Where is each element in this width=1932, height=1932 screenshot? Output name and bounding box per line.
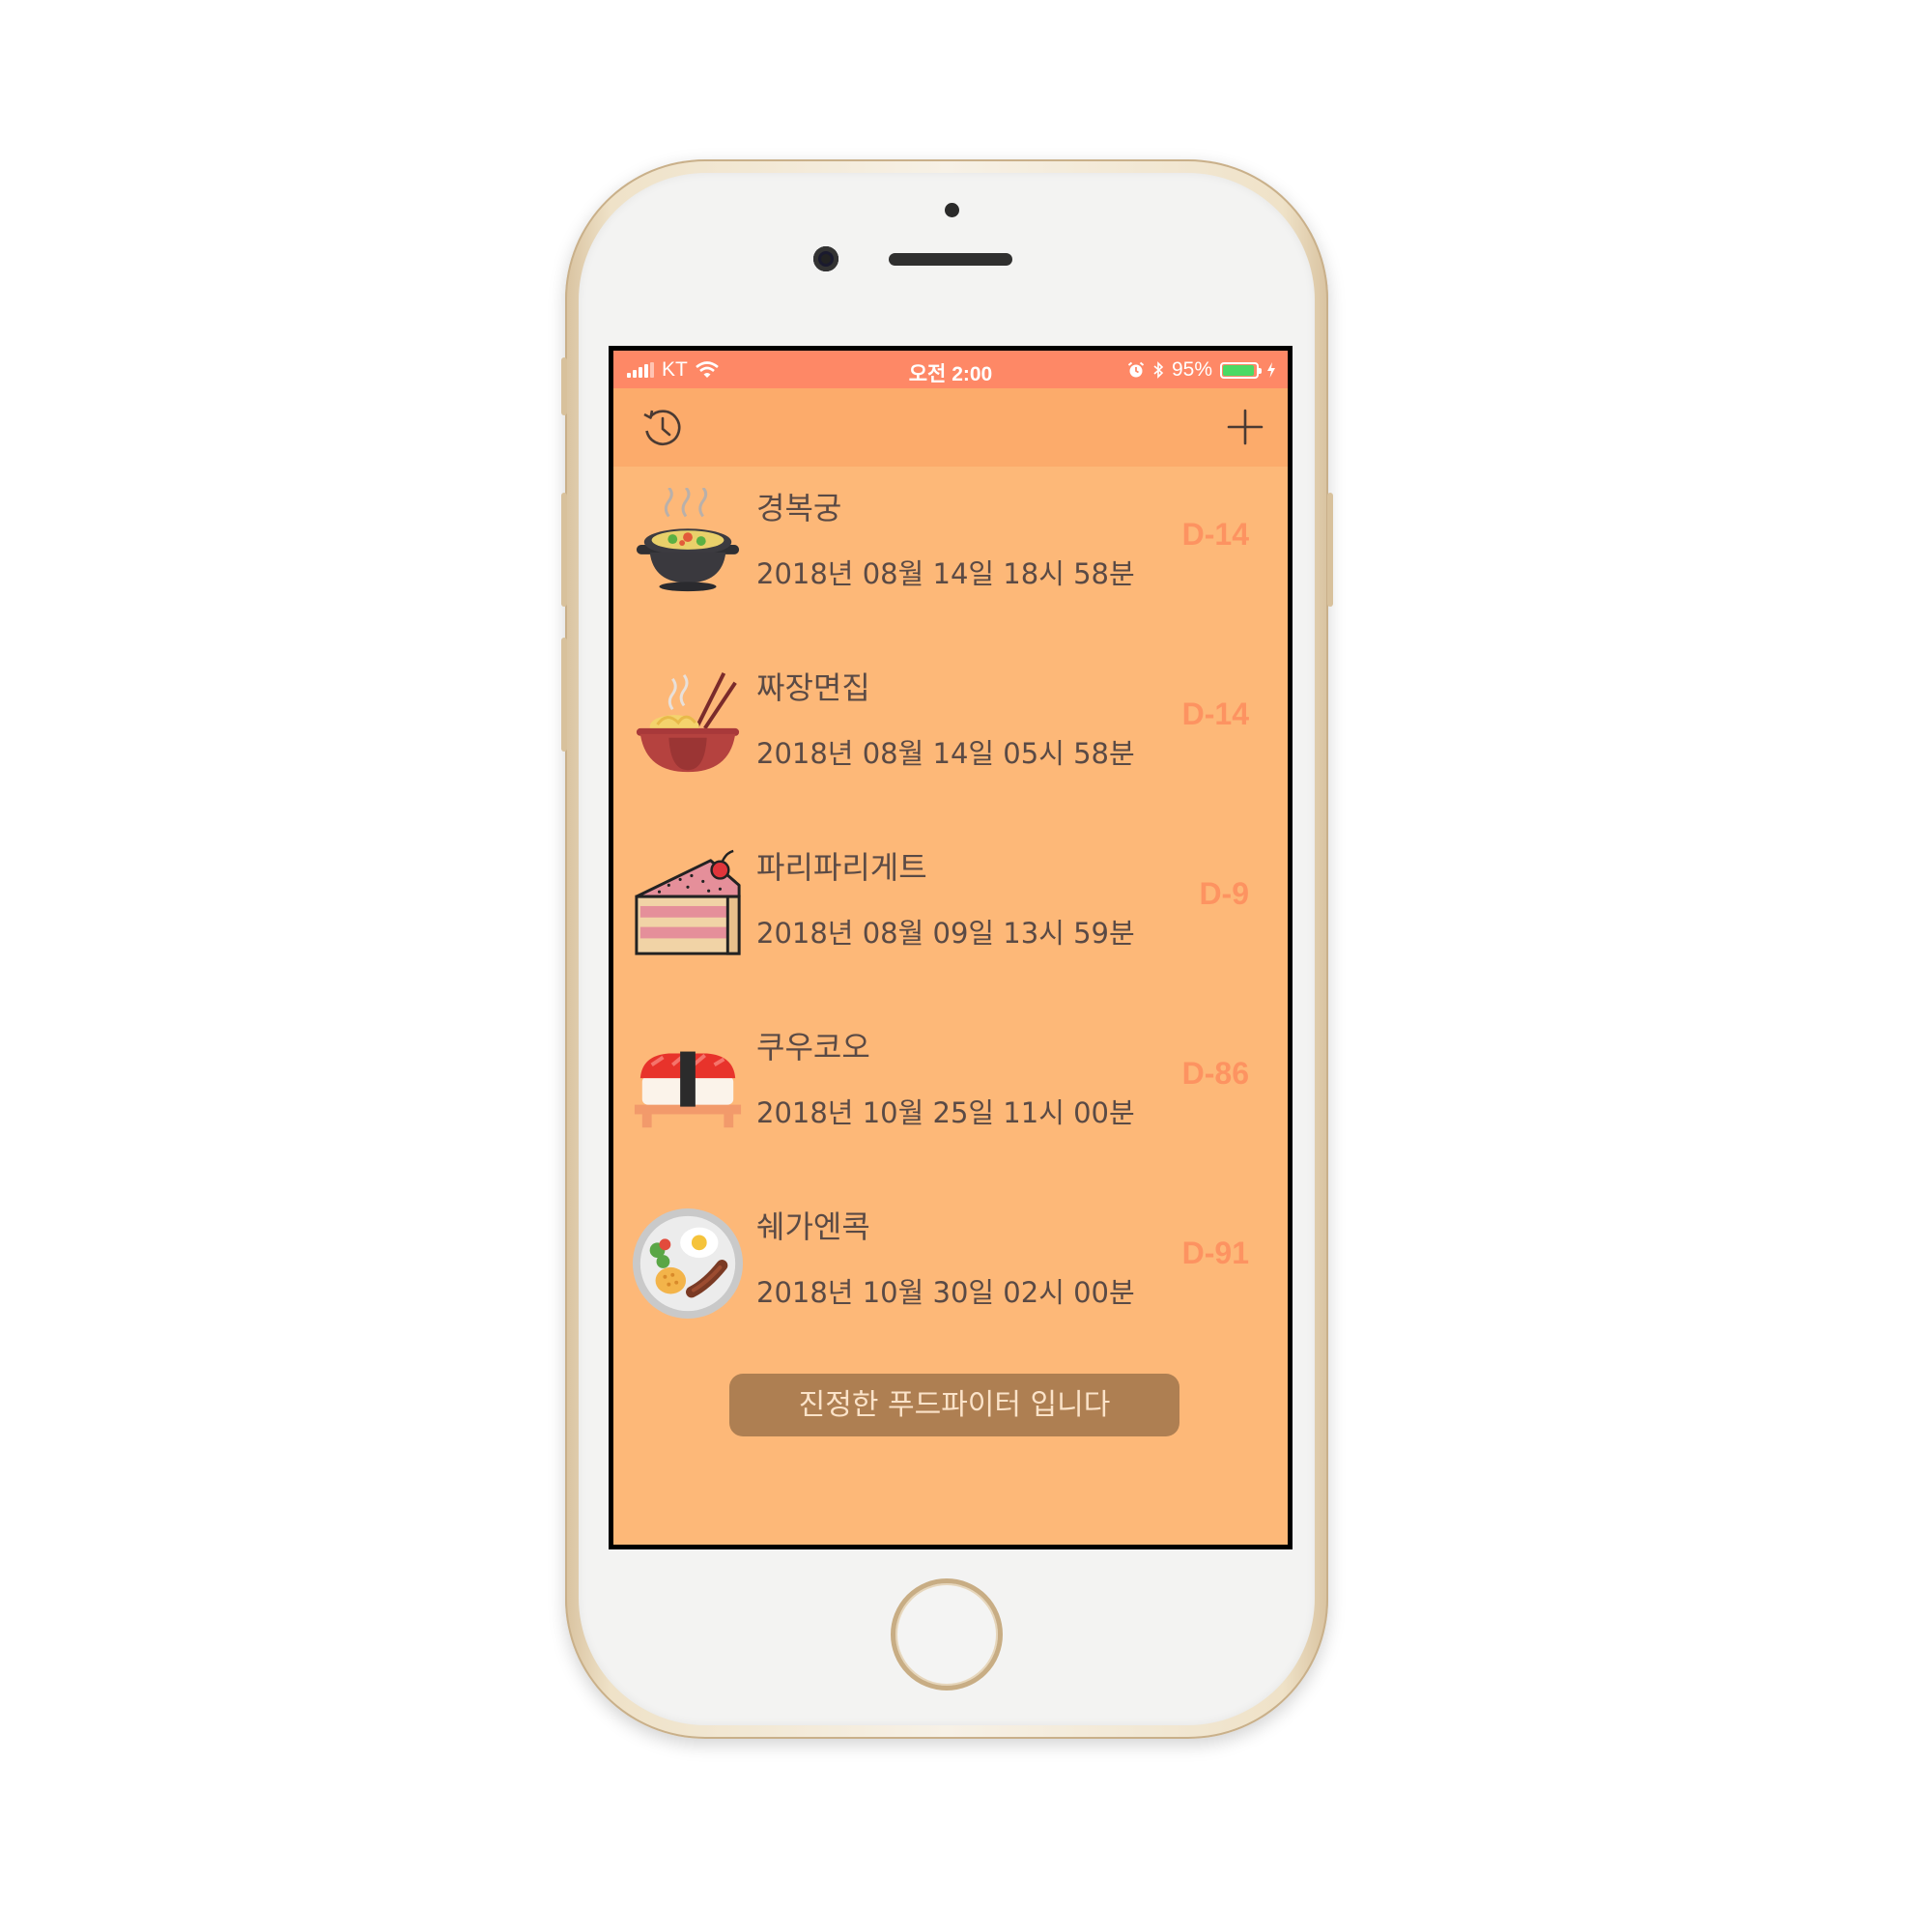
restaurant-name: 파리파리게트 bbox=[756, 849, 927, 886]
history-icon[interactable] bbox=[640, 406, 685, 450]
status-bar: KT 오전 2:00 95% bbox=[613, 351, 1288, 388]
status-right: 95% bbox=[1127, 358, 1276, 382]
noodle-bowl-icon bbox=[636, 672, 740, 773]
list-item[interactable]: 파리파리게트 2018년 08월 09일 13시 59분 D-9 bbox=[613, 826, 1288, 1006]
proximity-sensor bbox=[945, 203, 959, 217]
dday-badge: D-14 bbox=[1181, 517, 1249, 552]
restaurant-name: 짜장면집 bbox=[756, 669, 870, 706]
list-item[interactable]: 경복궁 2018년 08월 14일 18시 58분 D-14 bbox=[613, 467, 1288, 646]
power-button bbox=[1327, 493, 1333, 607]
cake-slice-icon bbox=[635, 849, 741, 955]
front-camera bbox=[813, 246, 838, 271]
dday-badge: D-86 bbox=[1181, 1056, 1249, 1091]
breakfast-plate-icon bbox=[632, 1208, 744, 1320]
restaurant-name: 경복궁 bbox=[756, 490, 842, 526]
dday-badge: D-14 bbox=[1181, 696, 1249, 731]
bluetooth-icon bbox=[1153, 361, 1164, 379]
nav-bar bbox=[613, 388, 1288, 467]
earpiece-speaker bbox=[889, 253, 1012, 266]
charging-icon bbox=[1267, 362, 1275, 378]
restaurant-datetime: 2018년 08월 14일 18시 58분 bbox=[756, 557, 1135, 590]
plus-icon[interactable] bbox=[1226, 408, 1264, 446]
dday-badge: D-9 bbox=[1199, 876, 1249, 911]
screen: KT 오전 2:00 95% 경복궁 2018년 08월 14일 18시 58분… bbox=[609, 346, 1293, 1549]
restaurant-list: 경복궁 2018년 08월 14일 18시 58분 D-14 짜장면집 2018… bbox=[613, 467, 1288, 1365]
volume-down-button bbox=[561, 638, 567, 752]
restaurant-datetime: 2018년 08월 14일 05시 58분 bbox=[756, 737, 1135, 770]
restaurant-datetime: 2018년 10월 25일 11시 00분 bbox=[756, 1096, 1135, 1129]
restaurant-name: 쿠우코오 bbox=[756, 1029, 870, 1065]
alarm-icon bbox=[1127, 361, 1145, 378]
battery-icon bbox=[1220, 361, 1262, 379]
volume-up-button bbox=[561, 493, 567, 607]
battery-percent: 95% bbox=[1171, 358, 1212, 381]
restaurant-datetime: 2018년 08월 09일 13시 59분 bbox=[756, 917, 1135, 950]
foodfighter-button[interactable]: 진정한 푸드파이터 입니다 bbox=[729, 1374, 1179, 1436]
home-button[interactable] bbox=[891, 1578, 1003, 1690]
dday-badge: D-91 bbox=[1181, 1236, 1249, 1270]
mute-switch bbox=[561, 357, 567, 415]
list-item[interactable]: 짜장면집 2018년 08월 14일 05시 58분 D-14 bbox=[613, 646, 1288, 826]
list-item[interactable]: 쉐가엔콕 2018년 10월 30일 02시 00분 D-91 bbox=[613, 1185, 1288, 1365]
restaurant-datetime: 2018년 10월 30일 02시 00분 bbox=[756, 1276, 1135, 1309]
list-item[interactable]: 쿠우코오 2018년 10월 25일 11시 00분 D-86 bbox=[613, 1006, 1288, 1185]
battery-level-fill bbox=[1223, 364, 1255, 376]
restaurant-name: 쉐가엔콕 bbox=[756, 1208, 870, 1245]
sushi-icon bbox=[634, 1051, 742, 1128]
hot-pot-icon bbox=[636, 488, 740, 592]
app-screen: KT 오전 2:00 95% 경복궁 2018년 08월 14일 18시 58분… bbox=[613, 351, 1288, 1545]
